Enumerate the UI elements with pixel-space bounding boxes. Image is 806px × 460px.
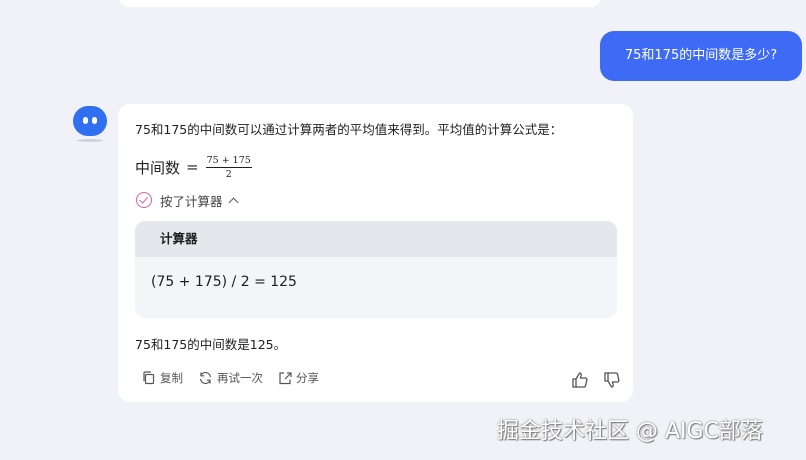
- assistant-avatar: [73, 106, 107, 142]
- answer-intro-text: 75和175的中间数可以通过计算两者的平均值来得到。平均值的计算公式是：: [135, 122, 563, 137]
- avatar-shadow: [77, 139, 103, 142]
- watermark: 掘金技术社区 @ AIGC部落: [497, 419, 763, 444]
- answer-result-text: 75和175的中间数是125。: [135, 337, 287, 352]
- formula-numerator: 75 + 175: [205, 154, 252, 168]
- calculator-expression: (75 + 175) / 2 = 125: [151, 274, 297, 290]
- thumbs-up-icon[interactable]: [570, 370, 590, 390]
- formula-lhs: 中间数: [135, 158, 181, 177]
- calculator-panel: 计算器 (75 + 175) / 2 = 125: [135, 221, 617, 318]
- formula-denominator: 2: [225, 168, 232, 180]
- formula-fraction: 75 + 175 2: [205, 154, 252, 180]
- previous-message-card: [118, 0, 602, 7]
- formula-equals: =: [186, 158, 199, 176]
- user-message-bubble: 75和175的中间数是多少?: [600, 31, 802, 81]
- retry-label: 再试一次: [217, 371, 263, 385]
- share-button[interactable]: 分享: [278, 370, 319, 386]
- formula: 中间数 = 75 + 175 2: [135, 152, 252, 182]
- tool-usage-label: 按了计算器: [160, 193, 223, 209]
- avatar-head: [73, 106, 107, 136]
- share-label: 分享: [296, 371, 319, 385]
- check-circle-icon: [136, 192, 152, 208]
- refresh-icon: [199, 372, 212, 384]
- copy-icon: [143, 371, 155, 385]
- copy-label: 复制: [160, 371, 183, 385]
- calculator-title: 计算器: [135, 221, 617, 257]
- assistant-message-card: 75和175的中间数可以通过计算两者的平均值来得到。平均值的计算公式是： 中间数…: [118, 104, 633, 402]
- retry-button[interactable]: 再试一次: [198, 370, 263, 386]
- message-actions: 复制 再试一次 分享: [142, 370, 334, 386]
- avatar-eye-left: [83, 117, 88, 124]
- thumbs-down-icon[interactable]: [602, 370, 622, 390]
- avatar-eye-right: [92, 117, 97, 124]
- copy-button[interactable]: 复制: [142, 370, 183, 386]
- tool-usage-toggle[interactable]: 按了计算器: [136, 191, 238, 209]
- feedback-buttons: [558, 370, 622, 390]
- share-icon: [279, 372, 292, 385]
- chevron-up-icon: [228, 197, 238, 207]
